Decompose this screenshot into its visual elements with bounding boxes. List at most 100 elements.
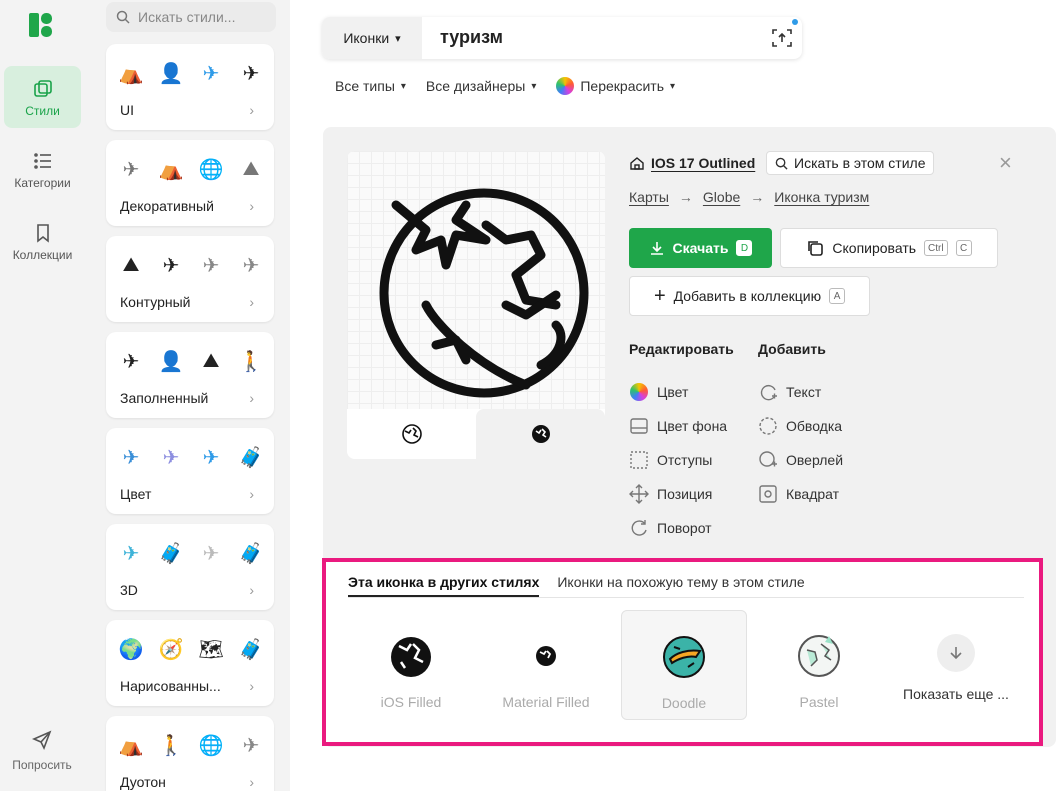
card-icon-row: ✈ ✈ ✈ 🧳 (120, 446, 264, 469)
airplane-icon: ✈ (202, 62, 220, 85)
style-variant-doodle[interactable]: Doodle (621, 610, 747, 720)
feedback-button[interactable]: Попросить (10, 728, 74, 772)
search-in-style-button[interactable]: Искать в этом стиле (766, 151, 935, 175)
airplane-outline-icon: ✈ (122, 158, 140, 181)
option-label: Цвет (657, 384, 689, 400)
style-variant-ios-filled[interactable]: iOS Filled (348, 610, 474, 720)
option-label: Отступы (657, 452, 713, 468)
style-variant-material-filled[interactable]: Material Filled (483, 610, 609, 720)
chevron-right-icon: › (249, 774, 254, 790)
airplane-icon: ✈ (202, 446, 220, 469)
preview-tab-outline[interactable] (347, 409, 476, 459)
add-to-collection-button[interactable]: + Добавить в коллекцию A (629, 276, 870, 316)
option-label: Квадрат (786, 486, 840, 502)
style-card-ui[interactable]: ⛺ 👤 ✈ ✈ UI › (106, 40, 280, 130)
style-card-color[interactable]: ✈ ✈ ✈ 🧳 Цвет › (106, 424, 280, 514)
tab-other-styles[interactable]: Эта иконка в других стилях (348, 570, 540, 597)
image-search-icon[interactable] (770, 26, 794, 50)
edit-background-option[interactable]: Цвет фона (629, 409, 734, 443)
shortcut-badge: D (736, 240, 753, 256)
globe-filled-icon (536, 646, 556, 666)
style-search-placeholder: Искать стили... (138, 9, 236, 25)
style-card-3d[interactable]: ✈ 🧳 ✈ 🧳 3D › (106, 520, 280, 610)
copy-button[interactable]: Скопировать Ctrl C (780, 228, 998, 268)
globe-icon: 🌐 (198, 734, 224, 757)
add-square-option[interactable]: Квадрат (758, 477, 843, 511)
chevron-right-icon: › (249, 582, 254, 598)
move-icon (629, 484, 649, 504)
style-card-outline[interactable]: ⛰ ✈ ✈ ✈ Контурный › (106, 232, 280, 322)
preview-tabs (347, 409, 605, 459)
option-label: Поворот (657, 520, 712, 536)
style-name-link[interactable]: IOS 17 Outlined (629, 155, 755, 171)
style-card-decorative[interactable]: ✈ ⛺ 🌐 ⛰ Декоративный › (106, 136, 280, 226)
other-styles-tabs: Эта иконка в других стилях Иконки на пох… (348, 570, 1024, 598)
suitcase-icon: 🧳 (158, 542, 184, 565)
breadcrumb-item[interactable]: Иконка туризм (774, 189, 869, 205)
filter-types-label: Все типы (335, 78, 395, 94)
add-text-option[interactable]: Текст (758, 375, 843, 409)
preview-tab-filled[interactable] (476, 409, 605, 459)
chevron-right-icon: › (249, 102, 254, 118)
download-label: Скачать (672, 240, 729, 256)
card-label: Нарисованны... (120, 678, 221, 694)
close-icon[interactable]: × (999, 152, 1019, 174)
styles-icon (33, 80, 52, 97)
rail-item-collections[interactable]: Коллекции (4, 210, 81, 272)
globe-doodle-icon (663, 636, 705, 678)
airplane-icon: ✈ (242, 62, 260, 85)
rail-item-categories[interactable]: Категории (4, 138, 81, 200)
plus-icon: + (653, 285, 666, 307)
edit-color-option[interactable]: Цвет (629, 375, 734, 409)
breadcrumb-item[interactable]: Globe (703, 189, 740, 205)
edit-rotate-option[interactable]: Поворот (629, 511, 734, 545)
globe-filled-icon (531, 425, 550, 443)
style-card-drawn[interactable]: 🌍 🧭 🗺 🧳 Нарисованны... › (106, 616, 280, 706)
icons8-logo-icon[interactable] (28, 12, 54, 38)
chevron-down-icon: ▾ (531, 80, 537, 92)
add-stroke-option[interactable]: Обводка (758, 409, 843, 443)
filter-types[interactable]: Все типы ▾ (335, 77, 406, 95)
hiker-icon: ⛰ (202, 349, 220, 372)
card-label: Дуотон (120, 774, 166, 790)
globe-icon: 🌐 (198, 158, 224, 181)
search-icon (775, 157, 788, 170)
chevron-right-icon: › (249, 486, 254, 502)
type-dropdown-label: Иконки (343, 30, 390, 46)
style-variant-pastel[interactable]: Pastel (756, 610, 882, 720)
edit-title: Редактировать (629, 341, 734, 357)
airplane-icon: ✈ (242, 734, 260, 757)
type-dropdown[interactable]: Иконки ▾ (322, 17, 422, 59)
rail-item-styles[interactable]: Стили (4, 66, 81, 128)
search-input[interactable]: туризм (440, 27, 503, 48)
rotate-icon (631, 520, 647, 536)
filter-recolor[interactable]: Перекрасить ▾ (556, 77, 675, 95)
option-label: Позиция (657, 486, 713, 502)
airplane-outline-icon: ✈ (202, 254, 220, 277)
edit-position-option[interactable]: Позиция (629, 477, 734, 511)
arrow-right-icon: → (750, 189, 765, 205)
edit-padding-option[interactable]: Отступы (629, 443, 734, 477)
search-icon (116, 10, 130, 24)
stroke-icon (759, 417, 777, 435)
airplane-icon: ✈ (162, 446, 180, 469)
style-name-label: IOS 17 Outlined (651, 155, 756, 171)
download-button[interactable]: Скачать D (629, 228, 772, 268)
style-search-input[interactable]: Искать стили... (106, 2, 276, 32)
card-label: Заполненный (120, 390, 209, 406)
globe-filled-icon (391, 637, 431, 677)
card-icon-row: ✈ ⛺ 🌐 ⛰ (120, 158, 262, 181)
globe-travel-icon (379, 188, 589, 398)
filter-designers[interactable]: Все дизайнеры ▾ (426, 77, 536, 95)
style-card-duotone[interactable]: ⛺ 🚶 🌐 ✈ Дуотон › (106, 712, 280, 791)
show-more-button[interactable]: Показать еще ... (896, 634, 1016, 702)
style-card-filled[interactable]: ✈ 👤 ⛰ 🚶 Заполненный › (106, 328, 280, 418)
card-icon-row: ✈ 👤 ⛰ 🚶 (120, 349, 264, 373)
edit-options: Редактировать Цвет Цвет фона Отступы Поз… (629, 341, 734, 545)
overlay-icon (759, 451, 777, 467)
card-icon-row: 🌍 🧭 🗺 🧳 (119, 638, 264, 661)
chevron-right-icon: › (249, 390, 254, 406)
breadcrumb-item[interactable]: Карты (629, 189, 669, 205)
tab-similar-icons[interactable]: Иконки на похожую тему в этом стиле (557, 570, 804, 597)
add-overlay-option[interactable]: Оверлей (758, 443, 843, 477)
